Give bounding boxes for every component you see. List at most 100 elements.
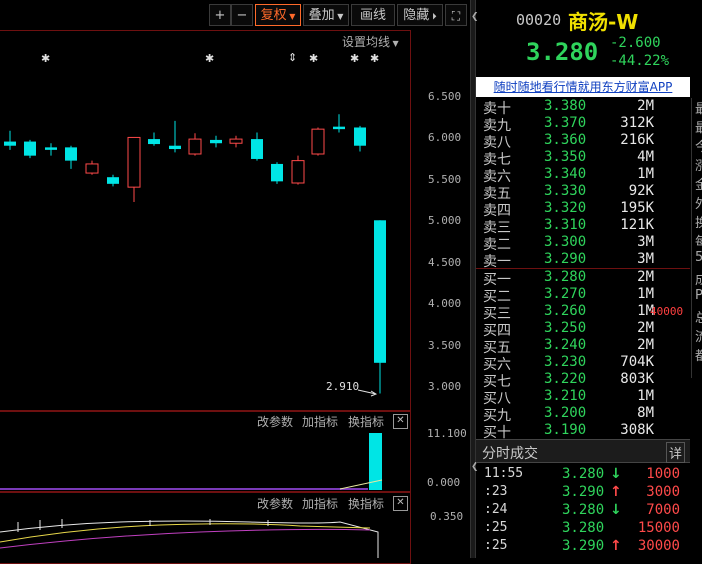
ask-row[interactable]: 卖三 3.310 121K [476, 217, 702, 236]
trade-volume: 15000 [637, 520, 680, 536]
ask-price: 3.360 [544, 132, 587, 148]
candle-down [374, 220, 386, 363]
candle-up [229, 138, 243, 144]
indicator-lines [0, 519, 379, 558]
ask-row[interactable]: 卖八 3.360 216K [476, 132, 702, 151]
bid-row[interactable]: 买一 3.280 2M [476, 269, 702, 288]
bid-row[interactable]: 买二 3.270 1M [476, 286, 702, 305]
draw-line-button[interactable]: 画线 [351, 4, 395, 26]
bid-price: 3.220 [544, 371, 587, 387]
volume-bars [0, 433, 383, 490]
candle-up [85, 163, 99, 174]
side-strip-label: 换 [695, 212, 702, 231]
bid-price: 3.230 [544, 354, 587, 370]
bid-price: 3.210 [544, 388, 587, 404]
ask-row[interactable]: 卖一 3.290 3M [476, 251, 702, 270]
trades-list: 11:55 3.280 ↓ 1000:23 3.290 ↑ 3000:24 3.280 ↓ 700… [476, 466, 690, 558]
side-strip-label: 总 [695, 307, 702, 326]
trade-price: 3.280 [562, 466, 605, 482]
ask-volume: 1M [637, 166, 654, 182]
ask-volume: 216K [620, 132, 654, 148]
trade-volume: 1000 [646, 466, 680, 482]
bid-price: 3.200 [544, 405, 587, 421]
right-info-strip: 最最今涨金外换每5 成P总流都 [691, 98, 702, 378]
vol-tick: 11.100 [427, 427, 467, 440]
adjust-dropdown[interactable]: 复权 ▼ [255, 4, 301, 26]
bid-row[interactable]: 买六 3.230 704K [476, 354, 702, 373]
side-strip-label: 金 [695, 174, 702, 193]
trade-volume: 3000 [646, 484, 680, 500]
bid-row[interactable]: 买四 3.250 2M [476, 320, 702, 339]
bid-row[interactable]: 买九 3.200 8M [476, 405, 702, 424]
hide-dropdown[interactable]: 隐藏 ⏵ [397, 4, 443, 26]
ask-price: 3.340 [544, 166, 587, 182]
side-strip-label: P [695, 288, 702, 303]
ask-book: 卖十 3.380 2M 卖九 3.370 312K 卖八 3.360 216K 卖七 3.350 4M… [476, 98, 690, 270]
low-price-label: 2.910 [326, 380, 360, 393]
app-ad-link[interactable]: 随时随地看行情就用东方财富APP [476, 77, 690, 97]
arrow-down-icon: ↓ [610, 502, 622, 518]
bid-volume: 2M [637, 337, 654, 353]
trades-detail-button[interactable]: 详 [666, 442, 686, 463]
y-tick: 3.500 [428, 339, 462, 352]
candle-down [24, 141, 36, 156]
candle-up [291, 160, 305, 184]
trade-row: :25 3.280 15000 [476, 520, 702, 540]
zoom-out-button[interactable]: − [231, 4, 253, 26]
price-change-pct: -44.22% [610, 53, 670, 69]
bid-volume: 803K [620, 371, 654, 387]
ask-row[interactable]: 卖九 3.370 312K [476, 115, 702, 134]
trade-time: :25 [484, 520, 508, 535]
bid-row[interactable]: 买五 3.240 2M [476, 337, 702, 356]
ask-row[interactable]: 卖四 3.320 195K [476, 200, 702, 219]
trade-time: :24 [484, 502, 508, 517]
ask-volume: 121K [620, 217, 654, 233]
bid-price: 3.190 [544, 422, 587, 438]
candle-down [210, 139, 222, 144]
indicator-line-purple [0, 528, 371, 549]
trade-price: 3.290 [562, 484, 605, 500]
trade-time: :25 [484, 538, 508, 553]
bid-row[interactable]: 买七 3.220 803K [476, 371, 702, 390]
trade-row: :25 3.290 ↑ 30000 [476, 538, 702, 558]
bid-price: 3.280 [544, 269, 587, 285]
side-strip-label: 每 [695, 231, 702, 250]
candlestick-chart[interactable] [0, 30, 408, 408]
bid-volume: 1M [637, 286, 654, 302]
side-strip-label: 最 [695, 98, 702, 117]
side-strip-label: 涨 [695, 155, 702, 174]
side-strip-label: 最 [695, 117, 702, 136]
y-tick: 6.500 [428, 90, 462, 103]
ask-price: 3.370 [544, 115, 587, 131]
candle-down [4, 141, 16, 146]
y-tick: 3.000 [428, 380, 462, 393]
side-strip-label: 今 [695, 136, 702, 155]
low-arrow [357, 389, 378, 397]
bid-row[interactable]: 买十 3.190 308K [476, 422, 702, 441]
ask-volume: 2M [637, 98, 654, 114]
candle-up [188, 138, 202, 155]
hide-label: 隐藏 [403, 8, 430, 23]
trade-time: :23 [484, 484, 508, 499]
ask-row[interactable]: 卖十 3.380 2M [476, 98, 702, 117]
stock-name: 商汤-W [568, 10, 639, 34]
candle-down [45, 147, 57, 150]
chart-toolbar: + − 复权 ▼ 叠加 ▼ 画线 隐藏 ⏵ ⛶ [0, 0, 470, 30]
bid-price: 3.260 [544, 303, 587, 319]
overlay-dropdown[interactable]: 叠加 ▼ [303, 4, 349, 26]
ask-row[interactable]: 卖二 3.300 3M [476, 234, 702, 253]
trade-price: 3.280 [562, 502, 605, 518]
ask-row[interactable]: 卖五 3.330 92K [476, 183, 702, 202]
expand-icon[interactable]: ⛶ [445, 4, 467, 26]
trade-row: :23 3.290 ↑ 3000 [476, 484, 702, 504]
chevron-down-icon: ▼ [286, 12, 296, 21]
ask-row[interactable]: 卖七 3.350 4M [476, 149, 702, 168]
ask-row[interactable]: 卖六 3.340 1M [476, 166, 702, 185]
chart-area[interactable]: + − 复权 ▼ 叠加 ▼ 画线 隐藏 ⏵ ⛶ 设置均线 ▼ ✱ ✱ ⇕ ✱ ✱… [0, 0, 470, 564]
zoom-in-button[interactable]: + [209, 4, 231, 26]
bid-volume: 2M [637, 269, 654, 285]
candle-down [251, 139, 263, 159]
stock-code: 00020 [516, 11, 562, 29]
price-change: -2.600 [610, 35, 661, 51]
bid-row[interactable]: 买八 3.210 1M [476, 388, 702, 407]
